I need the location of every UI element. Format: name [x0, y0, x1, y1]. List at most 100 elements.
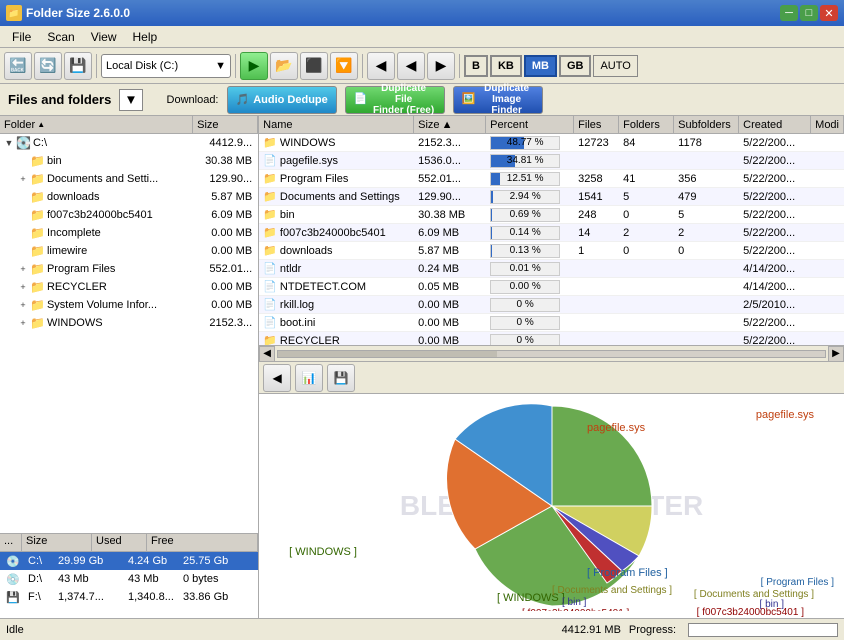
- tree-row[interactable]: 📁 Incomplete 0.00 MB: [0, 224, 258, 242]
- folders-dropdown[interactable]: ▼: [119, 89, 142, 111]
- file-percent: 48.77 %: [486, 136, 574, 150]
- scroll-left-button[interactable]: ◀: [259, 346, 275, 362]
- tree-row[interactable]: + 📁 Program Files 552.01...: [0, 260, 258, 278]
- audio-dedupe-button[interactable]: 🎵 Audio Dedupe: [227, 86, 337, 114]
- drive-free-header: Free: [147, 534, 258, 551]
- tree-toggle[interactable]: ▼: [2, 138, 16, 148]
- tree-item-name: Program Files: [47, 263, 201, 275]
- file-folders: 0: [619, 245, 674, 257]
- tree-item-name: Documents and Setti...: [47, 173, 201, 185]
- file-row[interactable]: 📄 rkill.log 0.00 MB 0 % 2/5/2010...: [259, 296, 844, 314]
- file-created: 5/22/200...: [739, 191, 811, 203]
- minimize-button[interactable]: ─: [780, 5, 798, 21]
- size-auto-button[interactable]: AUTO: [593, 55, 637, 77]
- tree-toggle[interactable]: +: [16, 264, 30, 274]
- created-col-header[interactable]: Created: [739, 116, 811, 133]
- tree-row[interactable]: + 📁 Documents and Setti... 129.90...: [0, 170, 258, 188]
- download-label: Download:: [167, 94, 219, 106]
- size-mb-button[interactable]: MB: [524, 55, 557, 77]
- nav-back-button[interactable]: ◀: [263, 364, 291, 392]
- tree-toggle[interactable]: +: [16, 174, 30, 184]
- duplicate-image-icon: 🖼️: [462, 93, 476, 105]
- tree-row[interactable]: 📁 limewire 0.00 MB: [0, 242, 258, 260]
- file-subfolders: 0: [674, 245, 739, 257]
- tree-toggle[interactable]: +: [16, 300, 30, 310]
- tree-row[interactable]: 📁 f007c3b24000bc5401 6.09 MB: [0, 206, 258, 224]
- tree-row[interactable]: + 📁 RECYCLER 0.00 MB: [0, 278, 258, 296]
- save-button[interactable]: 💾: [64, 52, 92, 80]
- refresh-button[interactable]: 🔄: [34, 52, 62, 80]
- size-col-header[interactable]: Size ▲: [414, 116, 486, 133]
- tree-item-size: 2152.3...: [201, 317, 256, 329]
- tree-row[interactable]: 📁 downloads 5.87 MB: [0, 188, 258, 206]
- size-b-button[interactable]: B: [464, 55, 488, 77]
- tree-item-size: 552.01...: [201, 263, 256, 275]
- close-button[interactable]: ✕: [820, 5, 838, 21]
- folder-col-header[interactable]: Folder ▲: [0, 116, 193, 133]
- nav-save-button[interactable]: 💾: [327, 364, 355, 392]
- file-row[interactable]: 📁 Documents and Settings 129.90... 2.94 …: [259, 188, 844, 206]
- modified-col-header[interactable]: Modi: [811, 116, 844, 133]
- files-col-header[interactable]: Files: [574, 116, 619, 133]
- nav-chart-button[interactable]: 📊: [295, 364, 323, 392]
- drive-combo[interactable]: Local Disk (C:) ▼: [101, 54, 231, 78]
- size-gb-button[interactable]: GB: [559, 55, 592, 77]
- folder-tree[interactable]: ▼ 💽 C:\ 4412.9... 📁 bin 30.38 MB + 📁 Doc…: [0, 134, 258, 533]
- duplicate-image-button[interactable]: 🖼️ DuplicateImage Finder: [453, 86, 543, 114]
- tree-header: Folder ▲ Size: [0, 116, 258, 134]
- horizontal-scrollbar[interactable]: ◀ ▶: [259, 346, 844, 362]
- tree-toggle[interactable]: +: [16, 318, 30, 328]
- maximize-button[interactable]: □: [800, 5, 818, 21]
- percent-col-header[interactable]: Percent: [486, 116, 574, 133]
- file-row[interactable]: 📄 NTDETECT.COM 0.05 MB 0.00 % 4/14/200..…: [259, 278, 844, 296]
- file-folders: 0: [619, 209, 674, 221]
- size-kb-button[interactable]: KB: [490, 55, 522, 77]
- menu-help[interactable]: Help: [125, 28, 166, 46]
- scan-play-button[interactable]: ▶: [240, 52, 268, 80]
- scroll-thumb[interactable]: [278, 351, 497, 357]
- file-files: 1: [574, 245, 619, 257]
- main-area: Folder ▲ Size ▼ 💽 C:\ 4412.9... 📁 bin 30…: [0, 116, 844, 618]
- file-row[interactable]: 📁 WINDOWS 2152.3... 48.77 % 12723 84 117…: [259, 134, 844, 152]
- file-created: 5/22/200...: [739, 245, 811, 257]
- tree-row[interactable]: 📁 bin 30.38 MB: [0, 152, 258, 170]
- drive-row[interactable]: 💿 D:\ 43 Mb 43 Mb 0 bytes: [0, 570, 258, 588]
- drive-row[interactable]: 💿 C:\ 29.99 Gb 4.24 Gb 25.75 Gb: [0, 552, 258, 570]
- file-percent: 2.94 %: [486, 190, 574, 204]
- subfolders-col-header[interactable]: Subfolders: [674, 116, 739, 133]
- name-col-header[interactable]: Name: [259, 116, 414, 133]
- file-row[interactable]: 📄 ntldr 0.24 MB 0.01 % 4/14/200...: [259, 260, 844, 278]
- file-name: 📄 pagefile.sys: [259, 154, 414, 167]
- scroll-right-button[interactable]: ▶: [828, 346, 844, 362]
- file-row[interactable]: 📄 boot.ini 0.00 MB 0 % 5/22/200...: [259, 314, 844, 332]
- filter-button[interactable]: 🔽: [330, 52, 358, 80]
- menu-scan[interactable]: Scan: [39, 28, 82, 46]
- back-button[interactable]: 🔙: [4, 52, 32, 80]
- file-row[interactable]: 📁 RECYCLER 0.00 MB 0 % 5/22/200...: [259, 332, 844, 346]
- menu-view[interactable]: View: [83, 28, 125, 46]
- file-size: 2152.3...: [414, 137, 486, 149]
- next-button[interactable]: ◀: [397, 52, 425, 80]
- menu-bar: File Scan View Help: [0, 26, 844, 48]
- file-row[interactable]: 📁 f007c3b24000bc5401 6.09 MB 0.14 % 14 2…: [259, 224, 844, 242]
- tree-row[interactable]: + 📁 WINDOWS 2152.3...: [0, 314, 258, 332]
- file-row[interactable]: 📄 pagefile.sys 1536.0... 34.81 % 5/22/20…: [259, 152, 844, 170]
- tree-row[interactable]: + 📁 System Volume Infor... 0.00 MB: [0, 296, 258, 314]
- tree-row[interactable]: ▼ 💽 C:\ 4412.9...: [0, 134, 258, 152]
- size-col-header[interactable]: Size: [193, 116, 258, 133]
- stop-button[interactable]: ⬛: [300, 52, 328, 80]
- file-row[interactable]: 📁 bin 30.38 MB 0.69 % 248 0 5 5/22/200..…: [259, 206, 844, 224]
- forward-button[interactable]: ▶: [427, 52, 455, 80]
- tree-toggle: [16, 156, 30, 166]
- prev-button[interactable]: ◀: [367, 52, 395, 80]
- drive-row[interactable]: 💾 F:\ 1,374.7... 1,340.8... 33.86 Gb: [0, 588, 258, 606]
- file-row[interactable]: 📁 Program Files 552.01... 12.51 % 3258 4…: [259, 170, 844, 188]
- duplicate-file-button[interactable]: 📄 Duplicate FileFinder (Free): [345, 86, 445, 114]
- folders-col-header[interactable]: Folders: [619, 116, 674, 133]
- open-folder-button[interactable]: 📂: [270, 52, 298, 80]
- file-list[interactable]: Name Size ▲ Percent Files Folders Subfol…: [259, 116, 844, 346]
- menu-file[interactable]: File: [4, 28, 39, 46]
- tree-toggle[interactable]: +: [16, 282, 30, 292]
- file-row[interactable]: 📁 downloads 5.87 MB 0.13 % 1 0 0 5/22/20…: [259, 242, 844, 260]
- scroll-track[interactable]: [277, 350, 826, 358]
